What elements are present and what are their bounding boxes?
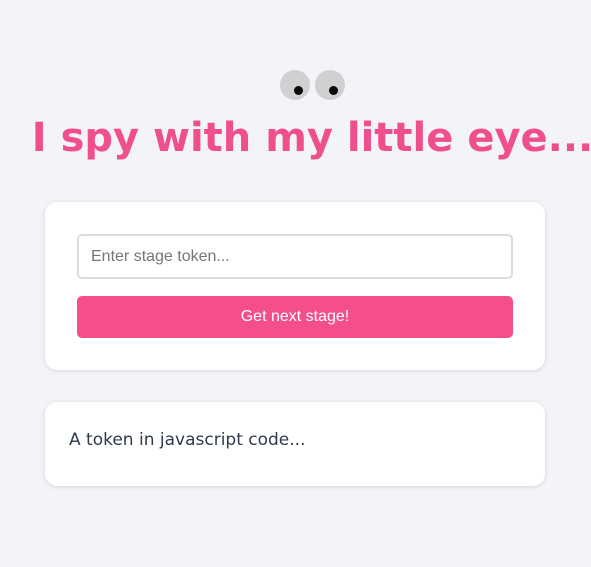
- get-next-stage-button[interactable]: Get next stage!: [77, 296, 513, 338]
- googly-eyes: [280, 70, 346, 100]
- hint-card: A token in javascript code...: [45, 402, 545, 486]
- right-eye-icon: [315, 70, 345, 100]
- left-pupil: [294, 86, 303, 95]
- right-pupil: [329, 86, 338, 95]
- token-form-card: Get next stage!: [45, 202, 545, 370]
- hint-text: A token in javascript code...: [69, 430, 306, 450]
- stage-token-input[interactable]: [77, 234, 513, 279]
- left-eye-icon: [280, 70, 310, 100]
- page-title: I spy with my little eye...: [31, 115, 591, 161]
